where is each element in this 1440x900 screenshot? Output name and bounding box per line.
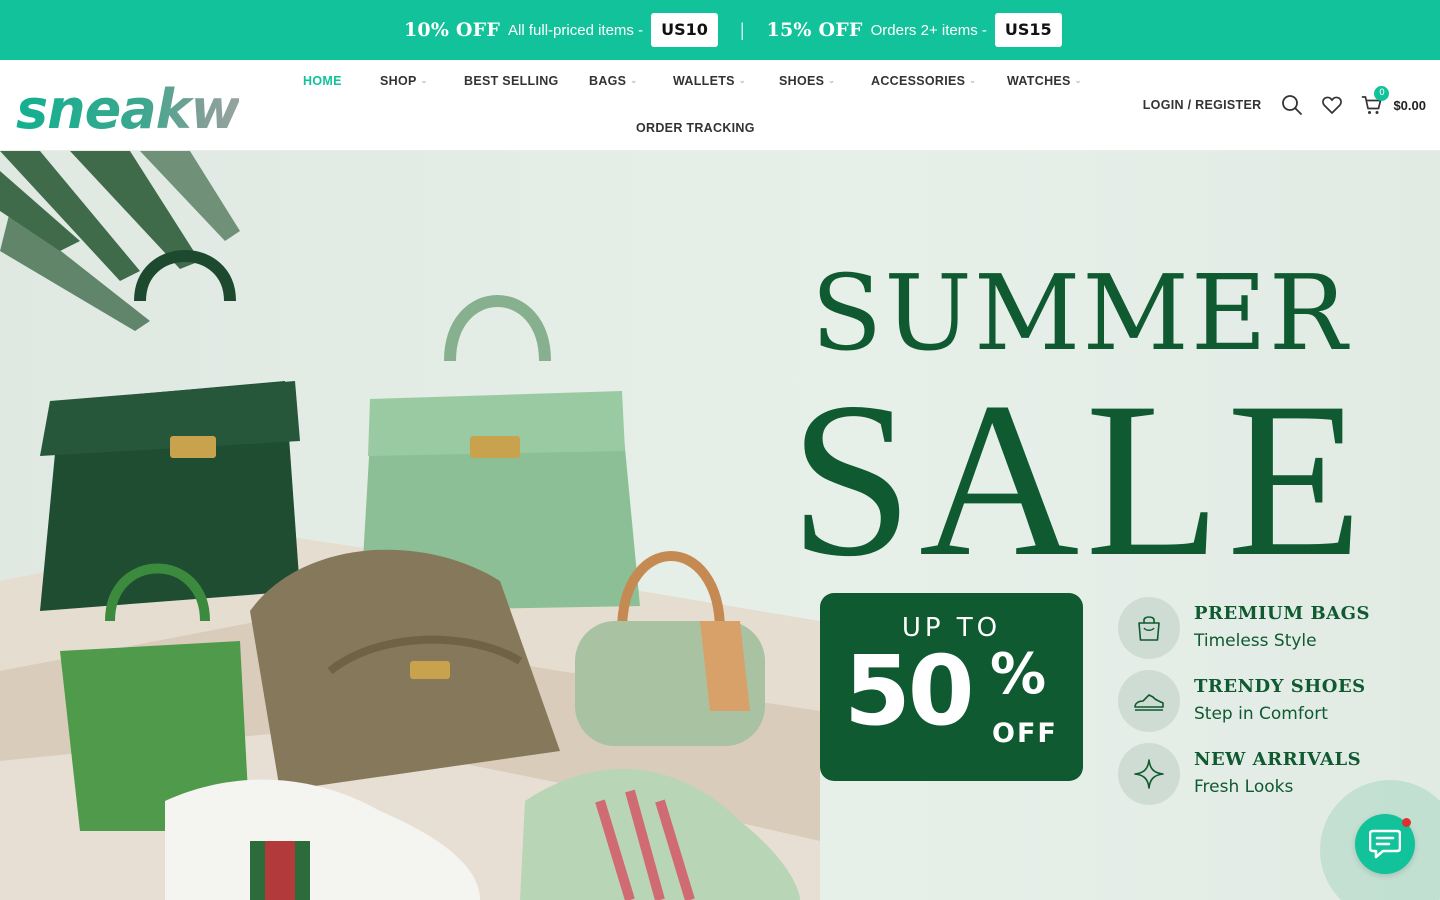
chevron-down-icon: ⌄ [1074,76,1082,85]
heart-icon[interactable] [1321,94,1343,116]
logo-text: sneakw [16,78,239,136]
promo-offer-2-text: Orders 2+ items - [870,21,987,39]
nav-bags-label: BAGS [589,74,627,88]
header-actions: LOGIN / REGISTER 0 $0.00 [1143,86,1426,120]
nav-shop-label: SHOP [380,74,417,88]
promo-separator: | [739,19,745,40]
site-header: sneakw HOME SHOP ⌄ BEST SELLING BAGS ⌄ W… [0,60,1440,151]
logo[interactable]: sneakw [14,74,239,136]
nav-accessories-label: ACCESSORIES [871,74,966,88]
hero-banner[interactable]: SUMMER SALE UP TO 50 % OFF PREMIUM BAGS … [0,151,1440,900]
feature-title: TRENDY SHOES [1194,676,1366,697]
sneaker-icon [1118,670,1180,732]
nav-order-tracking-label: ORDER TRACKING [636,121,755,135]
chat-notification-dot [1402,818,1411,827]
nav-home-label: HOME [303,74,342,88]
sparkle-icon [1118,743,1180,805]
login-register-link[interactable]: LOGIN / REGISTER [1143,98,1262,112]
nav-shoes[interactable]: SHOES ⌄ [779,74,836,88]
promo-content: 10% OFF All full-priced items - US10 | 1… [404,0,1062,60]
feature-subtitle: Fresh Looks [1194,777,1294,797]
nav-bags[interactable]: BAGS ⌄ [589,74,638,88]
nav-best-selling-label: BEST SELLING [464,74,559,88]
nav-wallets-label: WALLETS [673,74,735,88]
nav-wallets[interactable]: WALLETS ⌄ [673,74,747,88]
badge-number: 50 [844,635,975,747]
nav-shoes-label: SHOES [779,74,825,88]
badge-off: OFF [992,718,1058,749]
chevron-down-icon: ⌄ [420,76,428,85]
search-icon[interactable] [1281,94,1303,116]
hero-headline-summer: SUMMER [810,252,1350,374]
nav-accessories[interactable]: ACCESSORIES ⌄ [871,74,977,88]
discount-badge: UP TO 50 % OFF [820,593,1083,781]
hero-headline-sale: SALE [789,357,1369,603]
promo-bar: 10% OFF All full-priced items - US10 | 1… [0,0,1440,60]
chevron-down-icon: ⌄ [969,76,977,85]
chevron-down-icon: ⌄ [738,76,746,85]
feature-title: PREMIUM BAGS [1194,603,1370,624]
cart-icon: 0 [1361,86,1390,116]
hero-product-image [0,151,820,900]
promo-offer-1-title: 10% OFF [404,19,501,41]
chevron-down-icon: ⌄ [828,76,836,85]
feature-subtitle: Timeless Style [1194,631,1317,651]
promo-code-us15[interactable]: US15 [994,13,1062,47]
badge-percent: % [990,642,1047,707]
chevron-down-icon: ⌄ [630,76,638,85]
main-nav: HOME SHOP ⌄ BEST SELLING BAGS ⌄ WALLETS … [283,60,1113,151]
nav-best-selling[interactable]: BEST SELLING [464,74,559,88]
nav-shop[interactable]: SHOP ⌄ [380,74,429,88]
cart-button[interactable]: 0 $0.00 [1361,86,1426,116]
feature-trendy-shoes: TRENDY SHOES Step in Comfort [1118,670,1408,732]
nav-watches-label: WATCHES [1007,74,1071,88]
nav-order-tracking[interactable]: ORDER TRACKING [636,121,755,135]
nav-watches[interactable]: WATCHES ⌄ [1007,74,1083,88]
cart-total: $0.00 [1393,97,1426,113]
promo-code-us10[interactable]: US10 [651,13,718,47]
promo-offer-2-title: 15% OFF [766,19,863,41]
feature-title: NEW ARRIVALS [1194,749,1362,770]
feature-subtitle: Step in Comfort [1194,704,1328,724]
promo-offer-1-text: All full-priced items - [508,21,644,39]
feature-premium-bags: PREMIUM BAGS Timeless Style [1118,597,1408,659]
chat-icon [1369,829,1401,859]
shopping-bag-icon [1118,597,1180,659]
nav-home[interactable]: HOME [303,74,342,88]
cart-count-badge: 0 [1374,86,1390,101]
